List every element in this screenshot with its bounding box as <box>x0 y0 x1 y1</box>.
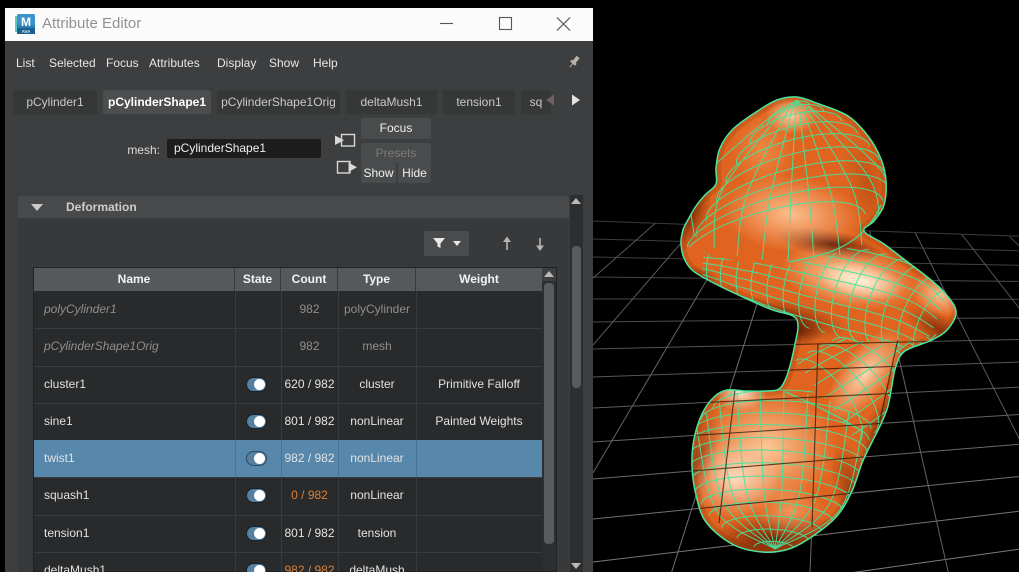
svg-text:AVA: AVA <box>22 29 32 34</box>
svg-text:M: M <box>21 15 31 29</box>
